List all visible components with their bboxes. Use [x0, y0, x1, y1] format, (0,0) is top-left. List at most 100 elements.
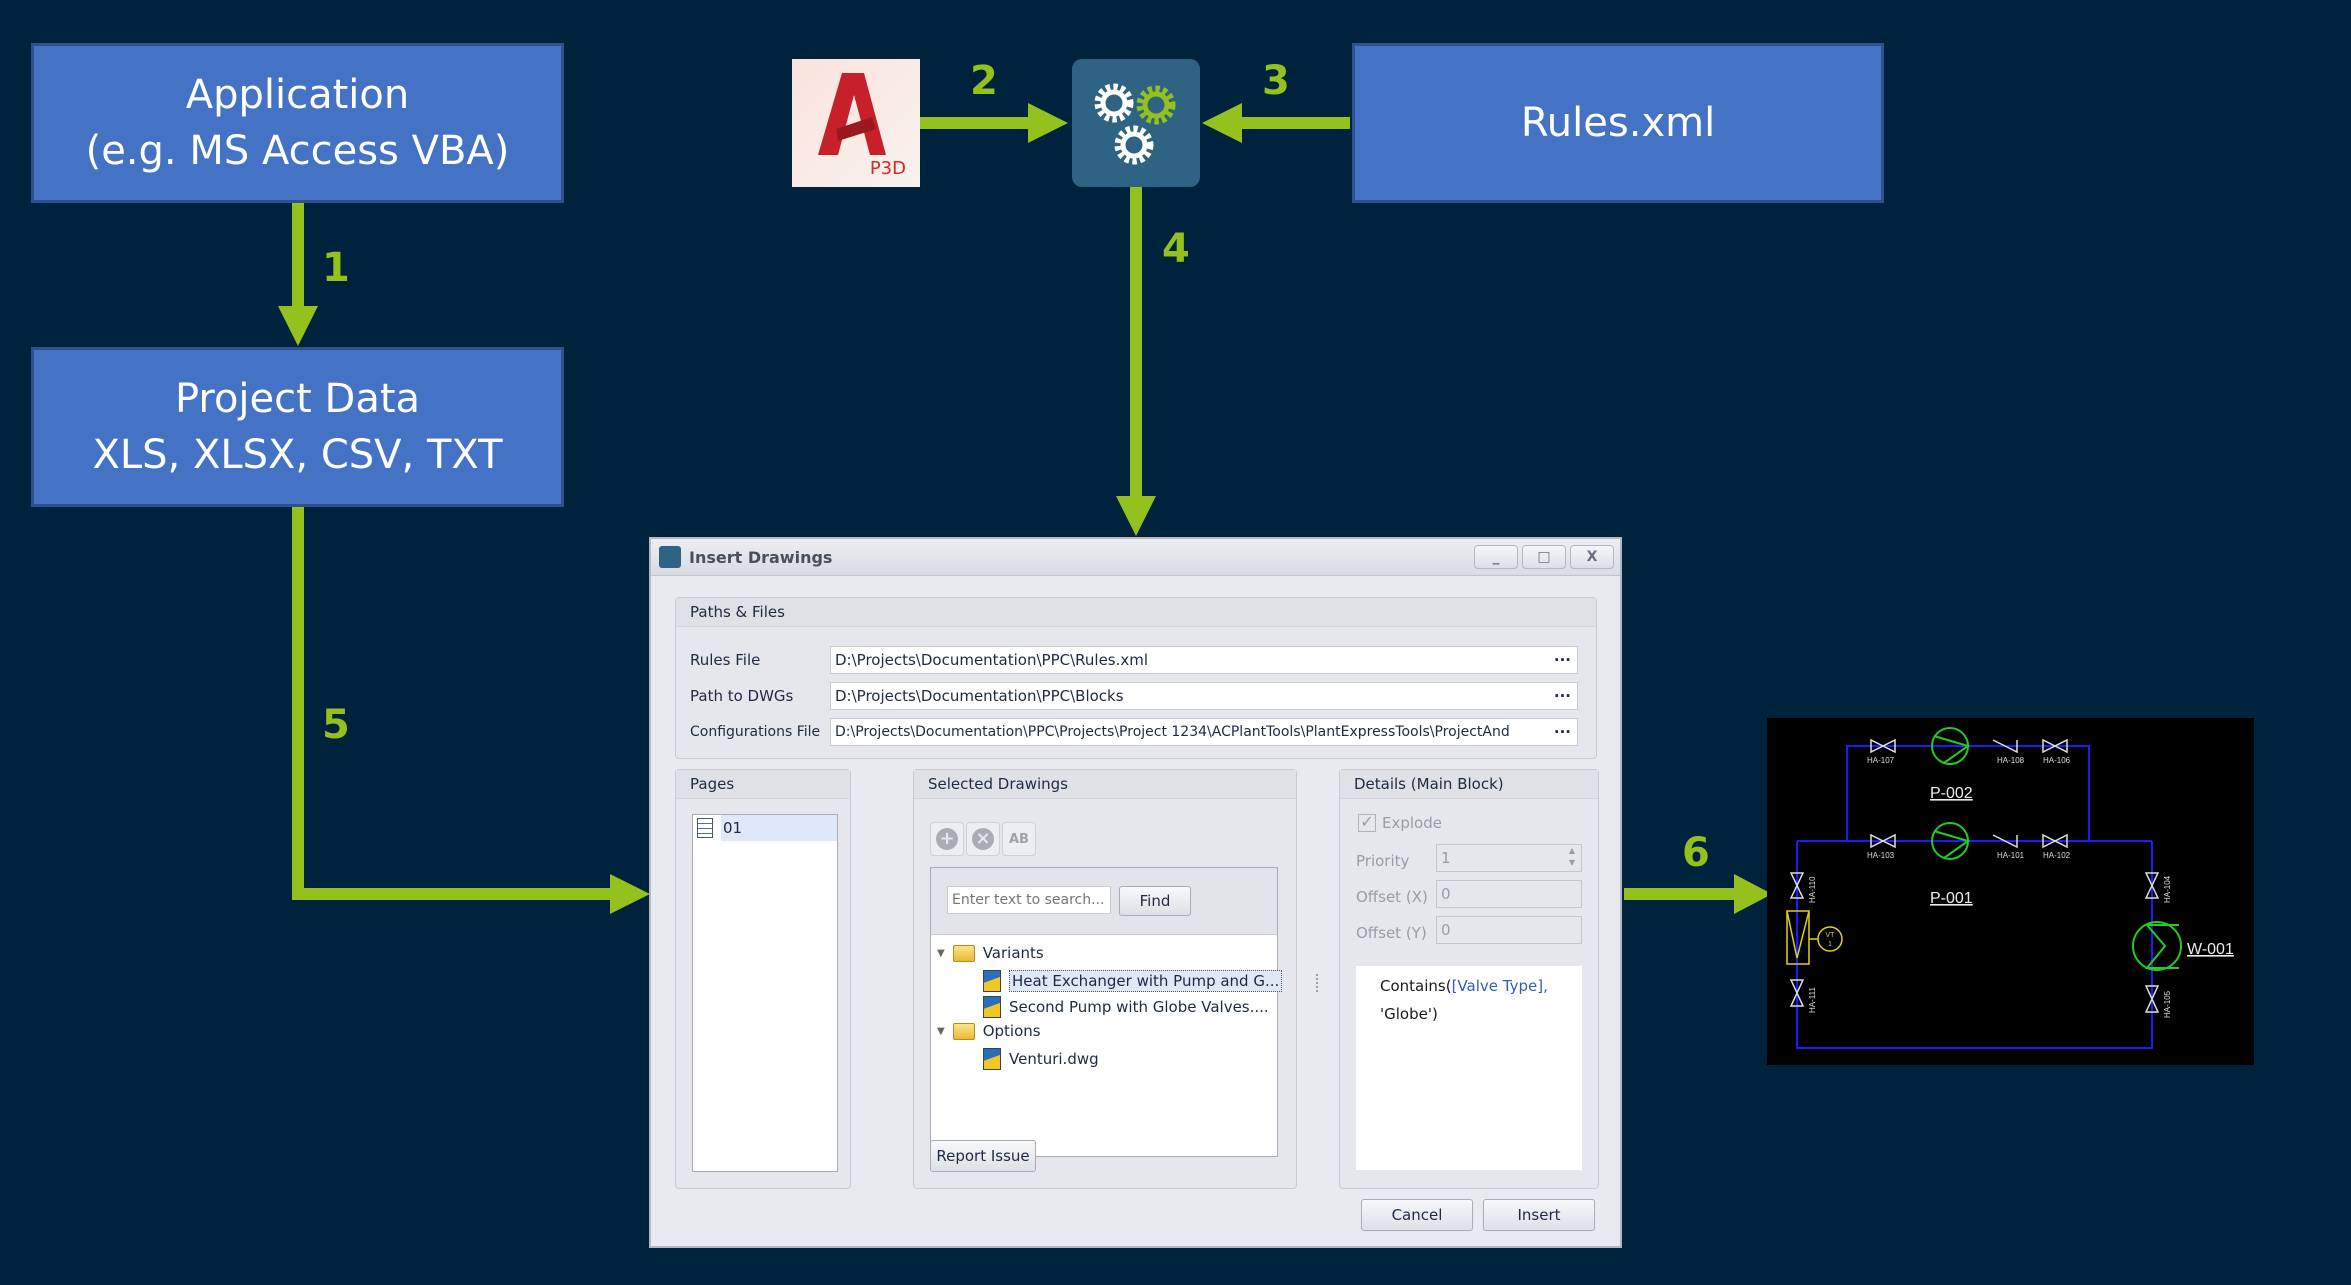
- find-button[interactable]: Find: [1119, 886, 1191, 916]
- minimize-button[interactable]: _: [1474, 545, 1518, 569]
- arrow-5-line: [292, 506, 304, 900]
- tree-folder-label: Options: [982, 1022, 1041, 1040]
- arrow-5-line-h: [292, 888, 612, 900]
- pages-group: Pages 01: [675, 769, 851, 1189]
- tree-item[interactable]: Venturi.dwg: [983, 1048, 1099, 1070]
- offset-x-value: 0: [1441, 885, 1451, 903]
- app-gears-icon: [659, 546, 681, 568]
- pipe-lines: [1796, 745, 2153, 1049]
- expr-field: [Valve Type],: [1451, 977, 1548, 995]
- gears-engine-icon: [1072, 59, 1200, 187]
- dwg-file-icon: [983, 1048, 1001, 1070]
- rename-button[interactable]: AB: [1002, 822, 1036, 856]
- pages-title: Pages: [676, 770, 850, 799]
- configurations-file-field[interactable]: D:\Projects\Documentation\PPC\Projects\P…: [830, 718, 1578, 746]
- dwg-file-icon: [983, 970, 1001, 992]
- selected-drawings-group: Selected Drawings + × AB Find ▼ Variants…: [913, 769, 1297, 1189]
- rules-file-field[interactable]: D:\Projects\Documentation\PPC\Rules.xml …: [830, 646, 1578, 674]
- application-box: Application (e.g. MS Access VBA): [31, 43, 564, 203]
- arrow-4: [1130, 187, 1142, 499]
- splitter-handle[interactable]: [1316, 974, 1321, 992]
- pump-p001-label: P-001: [1930, 890, 1973, 907]
- rules-xml-label: Rules.xml: [1520, 100, 1716, 146]
- checkbox-checked-icon: ✓: [1358, 814, 1376, 832]
- step-3-label: 3: [1262, 58, 1290, 104]
- tree-item-label: Second Pump with Globe Valves....: [1009, 998, 1269, 1016]
- arrow-5-head: [610, 874, 650, 914]
- page-document-icon: [697, 818, 713, 838]
- report-issue-button[interactable]: Report Issue: [930, 1140, 1036, 1172]
- priority-label: Priority: [1356, 852, 1410, 870]
- remove-drawing-button[interactable]: ×: [966, 822, 1000, 856]
- path-to-dwgs-value: D:\Projects\Documentation\PPC\Blocks: [835, 687, 1124, 705]
- project-data-formats: XLS, XLSX, CSV, TXT: [92, 432, 503, 478]
- explode-checkbox[interactable]: ✓ Explode: [1358, 814, 1442, 832]
- details-title: Details (Main Block): [1340, 770, 1598, 799]
- configurations-file-label: Configurations File: [690, 724, 821, 740]
- close-button[interactable]: X: [1570, 545, 1614, 569]
- tree-folder-options[interactable]: ▼ Options: [937, 1022, 1041, 1040]
- step-4-label: 4: [1162, 226, 1190, 272]
- offset-x-label: Offset (X): [1356, 888, 1428, 906]
- arrow-6: [1624, 888, 1736, 900]
- add-drawing-button[interactable]: +: [930, 822, 964, 856]
- expand-arrow-icon[interactable]: ▼: [937, 948, 945, 959]
- label-ha-111: HA-111: [1808, 987, 1817, 1013]
- rules-file-value: D:\Projects\Documentation\PPC\Rules.xml: [835, 651, 1149, 669]
- tree-item-label: Heat Exchanger with Pump and G...: [1009, 970, 1283, 992]
- priority-spinner[interactable]: 1 ▲ ▼: [1436, 844, 1582, 872]
- configurations-file-browse-button[interactable]: ···: [1554, 723, 1577, 741]
- pages-list[interactable]: 01: [692, 814, 838, 1172]
- spinner-arrows-icon[interactable]: ▲ ▼: [1569, 845, 1575, 869]
- pump-p002-label: P-002: [1930, 785, 1973, 802]
- arrow-1-head: [278, 306, 318, 346]
- label-ha-106: HA-106: [2043, 756, 2071, 765]
- dialog-titlebar[interactable]: Insert Drawings _ □ X: [651, 539, 1620, 576]
- label-ha-107: HA-107: [1867, 756, 1895, 765]
- rename-ab-icon: AB: [1009, 831, 1029, 847]
- instrument-number: 1: [1828, 941, 1832, 948]
- rule-expression-editor[interactable]: Contains([Valve Type], 'Globe'): [1356, 966, 1582, 1170]
- rules-file-browse-button[interactable]: ···: [1554, 651, 1577, 669]
- label-ha-105: HA-105: [2163, 990, 2172, 1018]
- offset-y-label: Offset (Y): [1356, 924, 1427, 942]
- offset-y-field[interactable]: 0: [1436, 916, 1582, 944]
- label-ha-104: HA-104: [2163, 875, 2172, 903]
- maximize-button[interactable]: □: [1522, 545, 1566, 569]
- step-6-label: 6: [1682, 830, 1710, 876]
- exchanger-w001-label: W-001: [2187, 941, 2234, 958]
- dialog-title: Insert Drawings: [689, 547, 833, 567]
- application-subtitle: (e.g. MS Access VBA): [85, 128, 510, 174]
- drawings-tree-panel: Find ▼ Variants Heat Exchanger with Pump…: [930, 867, 1283, 1157]
- dwg-file-icon: [983, 996, 1001, 1018]
- p3d-label: P3D: [869, 158, 906, 179]
- x-circle-icon: ×: [972, 828, 994, 850]
- folder-icon: [952, 1022, 975, 1040]
- pid-drawing-preview: HA-107 HA-108 HA-106 HA-103 HA-101 HA-10…: [1767, 718, 2254, 1065]
- tree-item[interactable]: Second Pump with Globe Valves....: [983, 996, 1269, 1018]
- arrow-3: [1240, 117, 1350, 129]
- step-1-label: 1: [322, 245, 350, 291]
- paths-files-group: Paths & Files Rules File D:\Projects\Doc…: [675, 597, 1597, 759]
- explode-label: Explode: [1382, 814, 1442, 832]
- path-to-dwgs-field[interactable]: D:\Projects\Documentation\PPC\Blocks ···: [830, 682, 1578, 710]
- label-ha-102: HA-102: [2043, 851, 2071, 860]
- page-item[interactable]: 01: [693, 815, 837, 841]
- insert-drawings-dialog: Insert Drawings _ □ X Paths & Files Rule…: [649, 537, 1622, 1248]
- path-to-dwgs-browse-button[interactable]: ···: [1554, 687, 1577, 705]
- expand-arrow-icon[interactable]: ▼: [937, 1026, 945, 1037]
- path-to-dwgs-label: Path to DWGs: [690, 687, 794, 705]
- details-group: Details (Main Block) ✓ Explode Priority …: [1339, 769, 1599, 1189]
- rules-xml-box: Rules.xml: [1352, 43, 1884, 203]
- label-ha-108: HA-108: [1997, 756, 2025, 765]
- search-input[interactable]: [947, 886, 1111, 914]
- search-bar: Find: [931, 868, 1277, 935]
- offset-x-field[interactable]: 0: [1436, 880, 1582, 908]
- tree-item-selected[interactable]: Heat Exchanger with Pump and G...: [983, 970, 1283, 992]
- tree-folder-variants[interactable]: ▼ Variants: [937, 944, 1044, 962]
- cancel-button[interactable]: Cancel: [1361, 1199, 1473, 1231]
- page-label: 01: [721, 815, 837, 841]
- insert-button[interactable]: Insert: [1483, 1199, 1595, 1231]
- priority-value: 1: [1441, 849, 1451, 867]
- folder-icon: [952, 944, 975, 962]
